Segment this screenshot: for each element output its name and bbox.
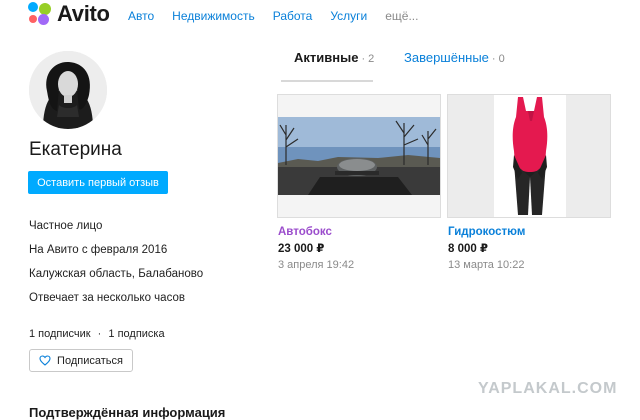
seller-type: Частное лицо (29, 220, 103, 232)
subscribers-link[interactable]: 1 подписчик (29, 328, 91, 340)
subscriptions-link[interactable]: 1 подписка (108, 328, 164, 340)
tab-active-count: · 2 (361, 53, 375, 65)
listing-date-wetsuit: 13 марта 10:22 (448, 259, 525, 271)
wetsuit-photo (448, 95, 610, 217)
avatar (29, 51, 107, 129)
nav-real-estate[interactable]: Недвижимость (172, 9, 255, 23)
nav-services[interactable]: Услуги (330, 9, 367, 23)
leave-review-button[interactable]: Оставить первый отзыв (28, 171, 168, 194)
nav-auto[interactable]: Авто (128, 9, 154, 23)
watermark: YAPLAKAL.COM (478, 380, 618, 397)
tab-completed-label: Завершённые (404, 50, 489, 65)
listing-price-wetsuit: 8 000 ₽ (448, 243, 488, 255)
logo-text: Avito (57, 1, 110, 26)
active-tab-underline (281, 80, 373, 82)
avatar-photo (29, 51, 107, 129)
member-since: На Авито с февраля 2016 (29, 244, 168, 256)
tab-active[interactable]: Активные · 2 (294, 50, 374, 65)
listing-image-autobox[interactable] (277, 94, 441, 218)
tab-completed-count: · 0 (491, 53, 505, 65)
subscribe-label: Подписаться (57, 354, 123, 367)
listing-date-autobox: 3 апреля 19:42 (278, 259, 355, 271)
tab-active-label: Активные (294, 50, 359, 65)
nav-jobs[interactable]: Работа (273, 9, 313, 23)
avito-logo-icon (28, 2, 52, 26)
follow-counts: 1 подписчик · 1 подписка (29, 328, 165, 340)
autobox-photo (278, 95, 440, 217)
tab-completed[interactable]: Завершённые · 0 (404, 50, 505, 65)
location: Калужская область, Балабаново (29, 268, 204, 280)
listing-title-autobox[interactable]: Автобокс (278, 226, 332, 238)
main-nav: Авто Недвижимость Работа Услуги ещё... (128, 9, 436, 23)
response-time: Отвечает за несколько часов (29, 292, 185, 304)
profile-name: Екатерина (29, 139, 122, 160)
avito-logo[interactable]: Avito (28, 1, 110, 26)
separator-dot: · (97, 328, 102, 340)
listing-title-wetsuit[interactable]: Гидрокостюм (448, 226, 525, 238)
listing-image-wetsuit[interactable] (447, 94, 611, 218)
nav-more[interactable]: ещё... (385, 9, 418, 23)
subscribe-button[interactable]: Подписаться (29, 349, 133, 372)
listing-price-autobox: 23 000 ₽ (278, 243, 325, 255)
heart-icon (39, 355, 51, 366)
